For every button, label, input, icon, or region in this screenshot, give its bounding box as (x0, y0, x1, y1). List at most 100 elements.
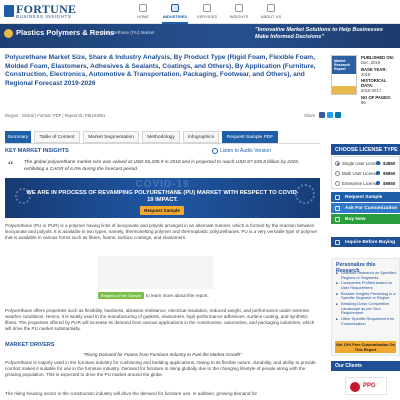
services-icon (203, 4, 211, 12)
intro-paragraph: Polyurethane (PU or PUR) is a polymer ha… (5, 223, 318, 240)
logo-sub-text: BUSINESS INSIGHTS (16, 14, 72, 19)
twitter-icon[interactable] (327, 112, 333, 118)
page-title: Polyurethane Market Size, Share & Indust… (5, 54, 316, 87)
insights-icon (235, 4, 243, 12)
edit-icon (335, 205, 340, 211)
button-label: Inquire Before Buying (345, 239, 396, 245)
fact-value: 2018 (361, 71, 371, 77)
linkedin-icon[interactable] (335, 112, 341, 118)
list-item: Granular Research on Specified Regions o… (336, 270, 398, 280)
buy-now-button[interactable]: Buy Now (331, 214, 400, 224)
tab-summary[interactable]: Summary (5, 131, 31, 143)
top-header: FORTUNE BUSINESS INSIGHTS HOME INDUSTRIE… (0, 0, 400, 24)
tab-infographics[interactable]: Infographics (183, 131, 219, 143)
list-item: Broader Insights Pertaining to a Specifi… (336, 291, 398, 301)
client-logo-mark-icon (350, 382, 360, 392)
button-label: Ask For Customization (345, 205, 398, 211)
audio-icon[interactable] (212, 148, 218, 154)
audio-version-link[interactable]: Listen to Audio Version (220, 148, 271, 154)
question-icon (335, 239, 340, 245)
facebook-icon[interactable] (319, 112, 325, 118)
cover-footer-band (332, 86, 356, 94)
fact-label: HISTORICAL DATA: (361, 78, 387, 88)
personalize-list: Granular Research on Specified Regions o… (336, 270, 398, 327)
breadcrumb[interactable]: / Polyurethane (PU) Market (100, 30, 155, 35)
nav-services[interactable]: SERVICES (192, 0, 222, 24)
report-facts: PUBLISHED ON: Dec, 2019 BASE YEAR: 2018 … (361, 55, 399, 106)
drivers-paragraph: Polyurethane is majorly used in the furn… (5, 360, 316, 377)
tab-table-of-content[interactable]: Table of Content (34, 131, 80, 143)
radio-button[interactable] (335, 181, 340, 186)
nav-insights[interactable]: INSIGHTS (224, 0, 254, 24)
license-heading: CHOOSE LICENSE TYPE (331, 144, 400, 155)
main-nav: HOME INDUSTRIES SERVICES INSIGHTS ABOUT … (128, 0, 288, 24)
license-option-enterprise[interactable]: Enterprise License $6850 (335, 180, 399, 188)
tab-methodology[interactable]: Methodology (142, 131, 180, 143)
industries-icon (171, 4, 179, 12)
license-name: Multi User License (342, 171, 379, 176)
market-drivers-heading: MARKET DRIVERS (5, 342, 55, 348)
nav-label: INDUSTRIES (162, 14, 188, 19)
radio-button[interactable] (335, 161, 340, 166)
ask-customization-button[interactable]: Ask For Customization (331, 203, 400, 213)
about-icon (267, 4, 275, 12)
license-option-multi[interactable]: Multi User License $5850 (335, 170, 399, 178)
license-option-single[interactable]: Single User License $4850 (335, 160, 399, 168)
market-drivers-quote: "Rising Demand for Foams from Furniture … (83, 352, 242, 357)
button-label: Request Sample (345, 194, 383, 200)
report-meta: Region : Global | Format: PDF | Report I… (5, 113, 106, 118)
client-logo: PPG (345, 377, 387, 395)
covid-message: WE ARE IN PROCESS OF REVAMPING POLYURETH… (26, 190, 299, 203)
free-customization-button[interactable]: Get 10% Free Customization On This Repor… (335, 341, 396, 353)
license-price: $6850 (383, 181, 396, 186)
nav-label: SERVICES (196, 14, 218, 19)
nav-label: ABOUT US (260, 14, 282, 19)
share-label: Share (304, 113, 316, 118)
report-tabs: Summary Table of Content Market Segmenta… (5, 131, 281, 143)
share-icons (319, 112, 343, 118)
category-banner: Plastics Polymers & Resins / Polyurethan… (0, 24, 400, 48)
license-name: Enterprise License (342, 181, 379, 186)
license-price: $5850 (383, 171, 396, 176)
inquire-button[interactable]: Inquire Before Buying (331, 237, 400, 247)
client-logo-text: PPG (363, 383, 376, 389)
brand-logo[interactable]: FORTUNE BUSINESS INSIGHTS (4, 2, 76, 22)
nav-industries[interactable]: INDUSTRIES (160, 0, 190, 24)
quote-icon: “ (8, 158, 14, 172)
nav-label: INSIGHTS (229, 14, 249, 19)
nav-home[interactable]: HOME (128, 0, 158, 24)
covid-watermark: COVID-19 (135, 179, 190, 190)
covid-banner: COVID-19 WE ARE IN PROCESS OF REVAMPING … (5, 178, 320, 218)
radio-button[interactable] (335, 171, 340, 176)
cart-icon (335, 216, 340, 222)
logo-mark-icon (4, 5, 14, 17)
key-insights-heading: KEY MARKET INSIGHTS (5, 148, 69, 154)
tab-market-segmentation[interactable]: Market Segmentation (83, 131, 139, 143)
clients-heading: Our Clients (331, 361, 400, 371)
info-icon[interactable] (376, 171, 380, 175)
request-sample-button[interactable]: Request Sample (331, 192, 400, 202)
key-insights-text: The global polyurethane market size was … (24, 160, 300, 172)
tabs-divider (5, 143, 320, 144)
covid-request-sample-button[interactable]: Request Sample (140, 206, 184, 215)
list-item: Other Specific Requirement on Customizat… (336, 316, 398, 326)
fact-value: 56 (361, 99, 366, 105)
tab-request-sample-pdf[interactable]: Request Sample PDF (222, 131, 278, 143)
license-options: Single User License $4850 Multi User Lic… (331, 156, 400, 189)
banner-tagline: "Innovative Market Solutions to Help Bus… (255, 27, 383, 40)
fact-value: 2015-2017 (361, 88, 382, 93)
nav-label: HOME (137, 14, 149, 19)
nav-about-us[interactable]: ABOUT US (256, 0, 286, 24)
free-sample-text: to learn more about this report. (146, 293, 209, 298)
cover-text: Market Research Report (334, 59, 351, 71)
info-icon[interactable] (376, 161, 380, 165)
free-sample-button[interactable]: Request a Free Sample (98, 292, 144, 299)
category-icon (4, 29, 13, 38)
button-label: Buy Now (345, 216, 366, 222)
license-price: $4850 (383, 161, 396, 166)
infographic-placeholder (98, 256, 213, 289)
document-icon (335, 194, 340, 200)
free-sample-row: Request a Free Sample to learn more abou… (98, 292, 209, 299)
info-icon[interactable] (376, 181, 380, 185)
housing-paragraph: The rising housing sector in the constru… (5, 391, 258, 396)
